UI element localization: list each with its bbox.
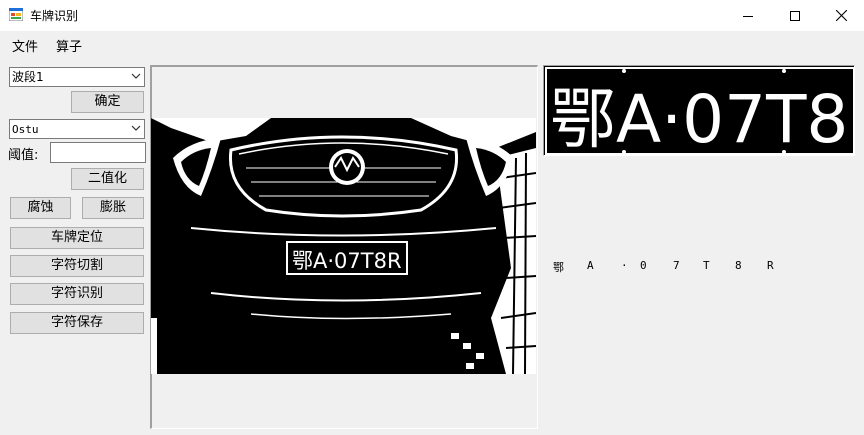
erode-button[interactable]: 腐蚀 [10,197,71,219]
plate-picturebox: 鄂A·07T8R [543,65,855,156]
svg-text:鄂A·07T8R: 鄂A·07T8R [292,249,402,273]
segment-chars-button[interactable]: 字符切割 [10,255,144,277]
band-select[interactable]: 波段1 [9,67,145,87]
result-char: · [621,259,628,272]
close-button[interactable] [818,0,864,31]
result-char: T [703,259,710,272]
locate-plate-button[interactable]: 车牌定位 [10,227,144,249]
maximize-button[interactable] [772,0,818,31]
app-icon [9,8,23,21]
title-bar: 车牌识别 [0,0,864,31]
result-char: R [767,259,774,272]
threshold-label: 阈值: [8,148,39,163]
method-select[interactable]: Ostu [9,119,145,139]
dilate-button[interactable]: 膨胀 [82,197,144,219]
menu-file[interactable]: 文件 [12,36,38,55]
menu-bar: 文件 算子 [0,31,864,57]
recognize-chars-button[interactable]: 字符识别 [10,283,144,305]
save-chars-button[interactable]: 字符保存 [10,312,144,334]
result-char: 鄂 [553,261,564,274]
maximize-icon [790,10,800,21]
close-icon [835,10,847,21]
result-char: 7 [673,259,680,272]
result-char: 0 [640,259,647,272]
binarize-button[interactable]: 二值化 [71,168,144,190]
menu-operator[interactable]: 算子 [56,36,82,55]
threshold-input[interactable] [50,142,146,163]
minimize-button[interactable] [725,0,771,31]
chevron-down-icon [131,73,141,79]
result-char: 8 [735,259,742,272]
plate-crop-text: 鄂A·07T8R [550,81,855,156]
confirm-button[interactable]: 确定 [71,91,144,113]
plate-crop-image: 鄂A·07T8R [544,66,855,156]
window-title: 车牌识别 [30,9,79,23]
band-select-value: 波段1 [12,70,44,84]
result-char: A [587,259,594,272]
binarized-car-image: 鄂A·07T8R [151,118,536,374]
method-select-value: Ostu [12,123,39,136]
minimize-icon [743,15,753,17]
chevron-down-icon [131,125,141,131]
